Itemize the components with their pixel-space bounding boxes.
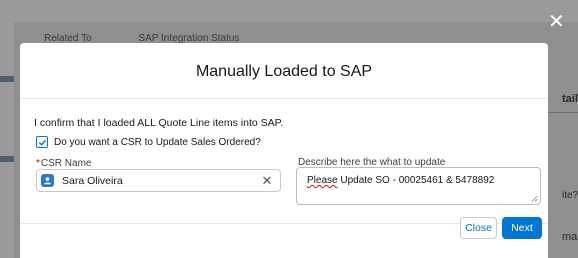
background-stripe [0, 76, 14, 82]
describe-textarea[interactable]: Please Update SO - 00025461 & 5478892 [296, 167, 541, 205]
modal-dialog: Manually Loaded to SAP I confirm that I … [20, 43, 548, 258]
csr-update-checkbox[interactable] [36, 136, 48, 148]
close-icon[interactable]: ✕ [548, 12, 565, 32]
check-icon [38, 139, 46, 146]
spellcheck-word: Please [307, 175, 338, 186]
background-divider [548, 112, 578, 113]
background-fragment: ma [562, 231, 578, 243]
csr-name-lookup[interactable]: Sara Oliveira ✕ [36, 169, 281, 192]
close-button[interactable]: Close [460, 217, 497, 239]
background-stripe [0, 156, 14, 162]
csr-name-value: Sara Oliveira [62, 174, 123, 187]
background-fragment: ite? [562, 190, 578, 201]
modal-title: Manually Loaded to SAP [195, 63, 373, 80]
csr-update-checkbox-row[interactable]: Do you want a CSR to Update Sales Ordere… [36, 136, 261, 148]
csr-name-label: *CSR Name [36, 158, 91, 169]
resize-handle-icon[interactable] [531, 195, 538, 202]
background-fragment: tail [562, 93, 578, 105]
csr-name-label-text: CSR Name [40, 158, 92, 169]
modal-header: Manually Loaded to SAP [20, 43, 548, 99]
describe-value: Please Update SO - 00025461 & 5478892 [307, 175, 494, 186]
next-button[interactable]: Next [502, 217, 542, 239]
required-marker: * [36, 158, 40, 169]
user-icon [41, 174, 54, 187]
describe-value-rest: Update SO - 00025461 & 5478892 [337, 175, 495, 186]
checkbox-label: Do you want a CSR to Update Sales Ordere… [54, 136, 261, 148]
clear-icon[interactable]: ✕ [260, 173, 274, 189]
confirm-text: I confirm that I loaded ALL Quote Line i… [34, 117, 284, 129]
